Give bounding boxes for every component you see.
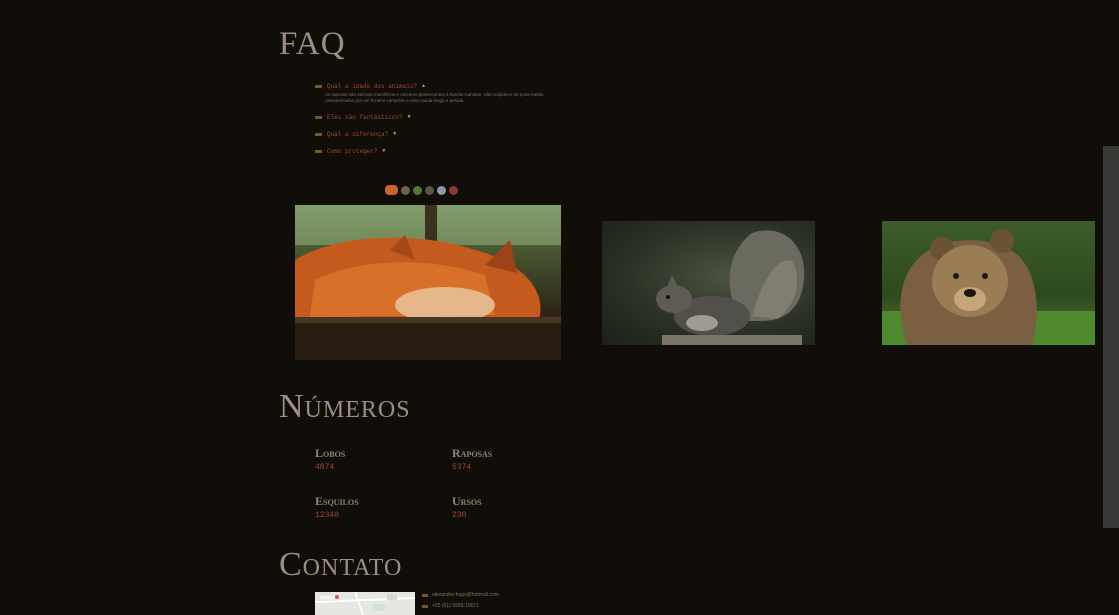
faq-title: FAQ [279,26,346,62]
faq-question[interactable]: Qual a idade dos animais? ▲ [315,82,575,90]
stat-value: 4874 [315,463,335,472]
faq-question[interactable]: Qual a diferença? ▼ [315,130,575,138]
stat-value: 5374 [452,463,472,472]
email-text: alexandre-hugo@hotmail.com [432,592,499,598]
phone-icon [422,604,428,608]
stat-value: 12340 [315,511,340,520]
faq-question-text: Eles são fantásticos? [327,113,403,121]
fox-photo[interactable] [295,205,561,360]
globe-icon[interactable] [437,185,446,195]
faq-question[interactable]: Eles são fantásticos? ▼ [315,113,575,121]
arrow-down-icon: ▼ [393,131,397,137]
bullet-icon [315,115,322,119]
bullet-icon [315,149,322,153]
faq-question-text: Qual a idade dos animais? [327,82,418,90]
location-map[interactable] [315,592,415,615]
contact-email[interactable]: alexandre-hugo@hotmail.com [422,592,499,598]
stat-label: Raposas [452,446,493,460]
faq-question-text: Como proteger? [327,147,378,155]
faq-item[interactable]: Qual a idade dos animais? ▲ As raposas s… [315,82,575,104]
stat-label: Esquilos [315,494,359,508]
numbers-title: Números [279,388,411,425]
squirrel-photo[interactable] [602,221,815,345]
stat-bears: Ursos 230 [452,494,482,520]
tree-icon[interactable] [413,185,422,195]
squirrel-icon[interactable] [401,185,410,195]
faq-question[interactable]: Como proteger? ▼ [315,147,575,155]
gallery-filter-icons [385,185,458,195]
faq-item[interactable]: Como proteger? ▼ [315,147,575,155]
arrow-down-icon: ▼ [382,148,386,154]
bear-photo[interactable] [882,221,1095,345]
stat-label: Ursos [452,494,482,508]
bear-icon[interactable] [425,185,434,195]
mail-icon [422,593,428,597]
stat-foxes: Raposas 5374 [452,446,492,472]
faq-item[interactable]: Qual a diferença? ▼ [315,130,575,138]
faq-question-text: Qual a diferença? [327,130,389,138]
bullet-icon [315,132,322,136]
arrow-down-icon: ▼ [407,114,411,120]
bullet-icon [315,84,322,88]
faq-answer: As raposas são animais mamíferos e onívo… [325,92,545,103]
faq-item[interactable]: Eles são fantásticos? ▼ [315,113,575,121]
contact-phone[interactable]: +55 (61) 9300-10671 [422,603,479,609]
stat-squirrels: Esquilos 12340 [315,494,359,520]
phone-text: +55 (61) 9300-10671 [432,603,479,609]
scrollbar[interactable] [1103,146,1119,528]
arrow-up-icon: ▲ [422,83,426,89]
fox-icon[interactable] [385,185,398,195]
contact-title: Contato [279,546,403,583]
stat-value: 230 [452,511,467,520]
flame-icon[interactable] [449,185,458,195]
stat-wolves: Lobos 4874 [315,446,345,472]
stat-label: Lobos [315,446,346,460]
